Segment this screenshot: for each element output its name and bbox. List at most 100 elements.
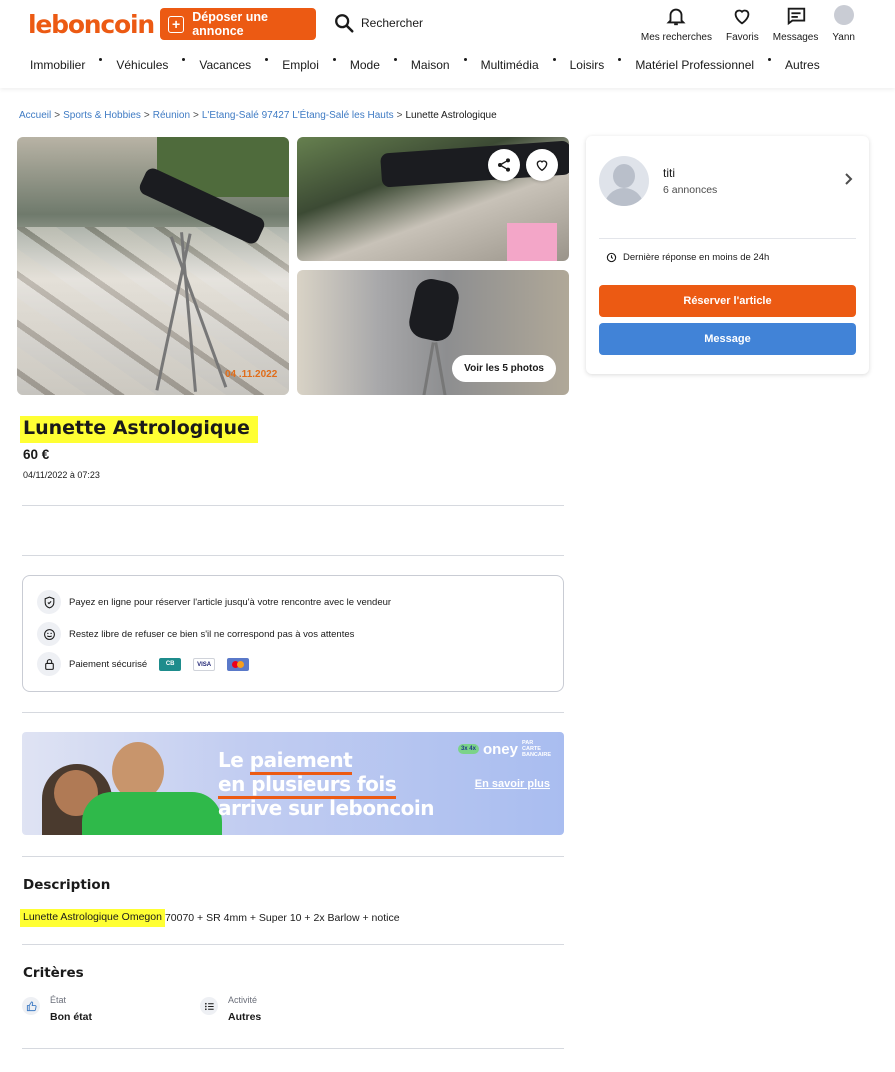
criteria-value: Bon état [50, 1011, 92, 1023]
banner-line-3: arrive sur leboncoin [218, 796, 435, 820]
criteria-activity: Activité Autres [200, 995, 261, 1023]
photo-tripod [434, 342, 447, 395]
breadcrumb-city[interactable]: L'Etang-Salé 97427 L'Étang-Salé les Haut… [202, 110, 394, 121]
category-nav: Immobilier Véhicules Vacances Emploi Mod… [30, 58, 820, 72]
favorite-button[interactable] [526, 149, 558, 181]
payment-row-text: Payez en ligne pour réserver l'article j… [69, 596, 392, 608]
seller-response-text: Dernière réponse en moins de 24h [623, 252, 770, 263]
second-photo[interactable] [297, 137, 569, 261]
banner-learn-more-link[interactable]: En savoir plus [475, 778, 550, 790]
payment-row-reserve: Payez en ligne pour réserver l'article j… [37, 590, 391, 614]
criteria-label: État [50, 995, 67, 1005]
divider [22, 856, 564, 857]
breadcrumb-accueil[interactable]: Accueil [19, 110, 51, 121]
photo-tripod [422, 342, 435, 395]
nav-separator [332, 58, 336, 61]
divider [22, 944, 564, 945]
oney-pills: 3x 4x [457, 744, 479, 754]
secure-payment-box: Payez en ligne pour réserver l'article j… [22, 575, 564, 692]
plus-icon: + [168, 15, 185, 33]
photo-chair [507, 223, 557, 261]
nav-multimedia[interactable]: Multimédia [481, 58, 539, 72]
third-photo[interactable]: Voir les 5 photos [297, 270, 569, 395]
description-text: Lunette Astrologique Omegon 70070 + SR 4… [20, 909, 400, 927]
divider [22, 1048, 564, 1049]
breadcrumb: Accueil > Sports & Hobbies > Réunion > L'Et… [19, 110, 497, 121]
oney-promo-banner[interactable]: Le paiement en plusieurs fois arrive sur… [22, 732, 564, 835]
payment-row-secure: Paiement sécurisé CB VISA [37, 652, 250, 676]
listing-title: Lunette Astrologique [20, 416, 258, 443]
messages-button[interactable]: Messages [772, 5, 819, 43]
site-header: leboncoin + Déposer une annonce Recherch… [0, 0, 895, 88]
nav-separator [99, 58, 103, 61]
payment-row-text: Paiement sécurisé [69, 658, 148, 670]
payment-row-refuse: Restez libre de refuser ce bien s'il ne … [37, 622, 354, 646]
account-button[interactable]: Yann [832, 5, 855, 43]
heart-icon [735, 9, 750, 25]
nav-separator [463, 58, 467, 61]
breadcrumb-region[interactable]: Réunion [153, 110, 190, 121]
seller-name[interactable]: titi [663, 166, 675, 180]
leboncoin-logo[interactable]: leboncoin [28, 10, 155, 39]
nav-vacances[interactable]: Vacances [199, 58, 251, 72]
breadcrumb-sports[interactable]: Sports & Hobbies [63, 110, 141, 121]
nav-immobilier[interactable]: Immobilier [30, 58, 85, 72]
nav-loisirs[interactable]: Loisirs [570, 58, 605, 72]
user-avatar-icon [833, 5, 854, 25]
header-actions: Mes recherches Favoris Messages Yann [641, 5, 855, 43]
reserve-button[interactable]: Réserver l'article [599, 285, 856, 317]
payment-row-text: Restez libre de refuser ce bien s'il ne … [69, 628, 355, 640]
oney-brand: oney [482, 740, 518, 758]
search-label: Rechercher [361, 16, 424, 30]
listing-price: 60 € [23, 447, 50, 462]
messages-label: Messages [772, 32, 819, 43]
card-mastercard-icon [227, 657, 250, 671]
nav-emploi[interactable]: Emploi [282, 58, 319, 72]
heart-icon [536, 160, 548, 172]
criteria-condition: État Bon état [22, 995, 92, 1023]
post-ad-label: Déposer une annonce [192, 10, 268, 38]
favorites-button[interactable]: Favoris [726, 5, 759, 43]
my-searches-button[interactable]: Mes recherches [641, 5, 712, 43]
divider [599, 238, 856, 239]
oney-small: PAR CARTE BANCAIRE [522, 740, 552, 758]
divider [22, 505, 564, 506]
banner-line-2: en plusieurs fois [218, 772, 397, 799]
thumbs-up-icon [22, 997, 40, 1015]
photo-date-stamp: 04 .11.2022 [225, 369, 278, 380]
banner-line-1b: paiement [249, 748, 353, 775]
nav-separator [768, 58, 772, 61]
seller-ad-count[interactable]: 6 annonces [663, 184, 717, 196]
breadcrumb-separator: > [54, 110, 61, 121]
list-icon [200, 997, 218, 1015]
post-ad-button[interactable]: + Déposer une annonce [160, 8, 316, 40]
share-button[interactable] [488, 149, 520, 181]
search-icon [335, 14, 354, 33]
see-all-photos-button[interactable]: Voir les 5 photos [452, 355, 556, 382]
my-searches-label: Mes recherches [640, 32, 712, 43]
criteria-heading: Critères [23, 965, 84, 981]
breadcrumb-current: Lunette Astrologique [405, 110, 497, 121]
listing-date: 04/11/2022 à 07:23 [23, 470, 100, 480]
nav-separator [393, 58, 397, 61]
search-button[interactable]: Rechercher [333, 12, 423, 34]
nav-separator [552, 58, 556, 61]
seller-card: titi 6 annonces Dernière réponse en moin… [586, 136, 869, 374]
nav-materiel-pro[interactable]: Matériel Professionnel [635, 58, 754, 72]
main-photo[interactable]: 04 .11.2022 [17, 137, 289, 395]
message-button[interactable]: Message [599, 323, 856, 355]
nav-autres[interactable]: Autres [785, 58, 820, 72]
photo-telescope [406, 276, 462, 344]
seller-avatar[interactable] [599, 156, 649, 206]
nav-vehicules[interactable]: Véhicules [116, 58, 168, 72]
favorites-label: Favoris [726, 32, 759, 43]
card-visa-icon: VISA [193, 657, 216, 671]
smile-icon [37, 622, 61, 646]
criteria-value: Autres [228, 1011, 262, 1023]
nav-mode[interactable]: Mode [350, 58, 380, 72]
shield-icon [37, 590, 61, 614]
chevron-right-icon[interactable] [843, 172, 855, 186]
nav-separator [265, 58, 269, 61]
nav-maison[interactable]: Maison [411, 58, 450, 72]
photo-gallery: 04 .11.2022 Voir les 5 photos [17, 137, 569, 395]
